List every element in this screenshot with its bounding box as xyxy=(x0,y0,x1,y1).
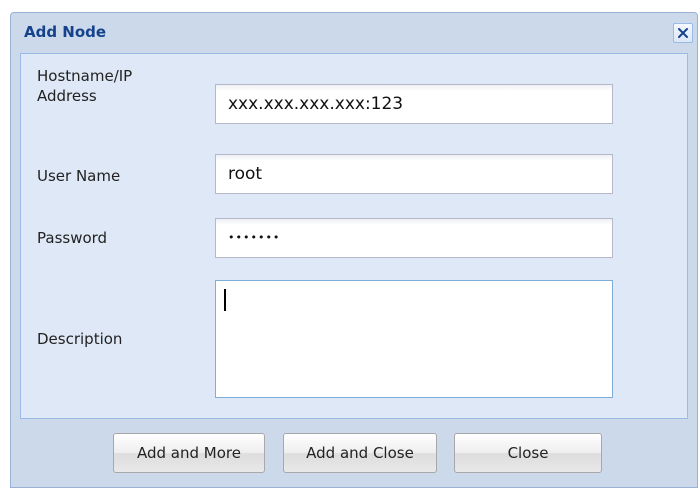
description-label: Description xyxy=(37,330,123,348)
close-button[interactable]: Close xyxy=(454,433,602,473)
hostname-label-line-2: Address xyxy=(37,87,97,105)
hostname-field[interactable] xyxy=(215,84,613,124)
hostname-label-line-1: Hostname/IP xyxy=(37,67,133,85)
close-icon[interactable] xyxy=(673,23,693,43)
description-textarea[interactable] xyxy=(215,280,613,398)
add-and-close-button[interactable]: Add and Close xyxy=(283,433,437,473)
password-label: Password xyxy=(37,229,108,247)
add-node-dialog: Add Node Hostname/IP Address User Name P… xyxy=(10,12,698,488)
form-panel: Hostname/IP Address User Name Password •… xyxy=(20,53,688,419)
dialog-title: Add Node xyxy=(24,23,107,41)
password-field[interactable]: ••••••• xyxy=(215,218,613,258)
dialog-titlebar[interactable]: Add Node xyxy=(11,13,697,53)
text-caret xyxy=(224,289,226,311)
add-and-more-button[interactable]: Add and More xyxy=(113,433,265,473)
username-label: User Name xyxy=(37,167,121,185)
hostname-label: Hostname/IP Address xyxy=(37,66,187,106)
username-field[interactable] xyxy=(215,154,613,194)
